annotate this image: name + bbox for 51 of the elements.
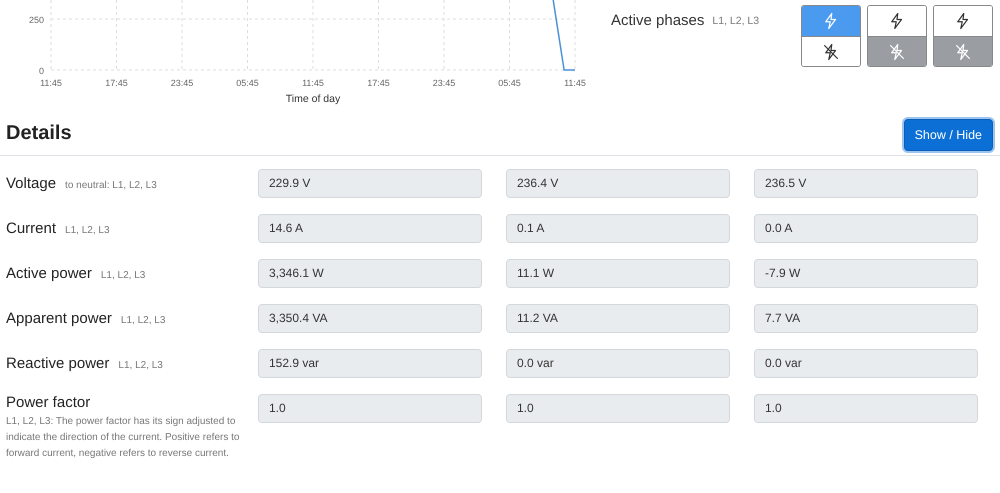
x-tick-label: 11:45: [302, 78, 324, 88]
row-note: L1, L2, L3: [120, 314, 166, 328]
value-field: 11.2 VA: [506, 304, 730, 333]
value-field: 11.1 W: [506, 259, 730, 288]
value-field: 1.0: [258, 394, 482, 423]
value-field: 1.0: [754, 394, 978, 423]
value-field: 3,350.4 VA: [258, 304, 482, 333]
crossed-lightning-icon: [888, 42, 906, 60]
x-tick-label: 11:45: [564, 78, 586, 88]
phase-note: L1, L2, L3: [712, 14, 760, 27]
value-field: 0.0 var: [754, 349, 978, 378]
x-tick-label: 23:45: [432, 78, 456, 88]
row-label: Apparent power: [6, 310, 112, 327]
x-tick-label: 17:45: [105, 78, 128, 88]
value-field: 0.1 A: [506, 214, 730, 243]
row-label: Voltage: [6, 175, 56, 192]
row-label: Active power: [6, 265, 92, 282]
value-field: 7.7 VA: [754, 304, 978, 333]
row-note: to neutral: L1, L2, L3: [65, 179, 157, 193]
value-field: 3,346.1 W: [258, 259, 482, 288]
value-field: 236.5 V: [754, 169, 978, 198]
active-phases-label: Active phases: [611, 12, 704, 29]
y-tick-label: 0: [38, 66, 44, 76]
row-label: Current: [6, 220, 56, 237]
value-field: 0.0 A: [754, 214, 978, 243]
row-label: Power factor: [6, 394, 92, 411]
show-hide-button[interactable]: Show / Hide: [904, 118, 993, 150]
value-field: 236.4 V: [506, 169, 730, 198]
x-tick-label: 11:45: [40, 78, 62, 88]
row-note: L1, L2, L3: The power factor has its sign adjusted to indicate the direction of the current. Positive refers to forward current, negative refers to reverse current.: [6, 415, 240, 461]
value-field: 0.0 var: [506, 349, 730, 378]
row-note: L1, L2, L3: [65, 224, 110, 238]
value-field: 14.6 A: [258, 214, 482, 243]
phase-off-button[interactable]: [802, 36, 860, 66]
row-label: Reactive power: [6, 355, 110, 372]
axis-title: Time of day: [286, 93, 340, 105]
value-field: 152.9 var: [258, 349, 482, 378]
row-note: L1, L2, L3: [118, 359, 163, 373]
x-tick-label: 23:45: [170, 78, 194, 88]
value-field: 229.9 V: [258, 169, 482, 198]
x-tick-label: 05:45: [498, 78, 521, 88]
data-line: [552, 0, 575, 71]
crossed-lightning-icon: [822, 42, 840, 60]
value-field: 1.0: [506, 394, 730, 423]
x-tick-label: 17:45: [367, 78, 390, 88]
x-tick-label: 05:45: [236, 78, 259, 88]
row-note: L1, L2, L3: [100, 269, 146, 283]
section-title: Details: [6, 121, 72, 145]
crossed-lightning-icon: [954, 42, 972, 60]
y-tick-label: 250: [28, 14, 44, 25]
value-field: -7.9 W: [754, 259, 978, 288]
